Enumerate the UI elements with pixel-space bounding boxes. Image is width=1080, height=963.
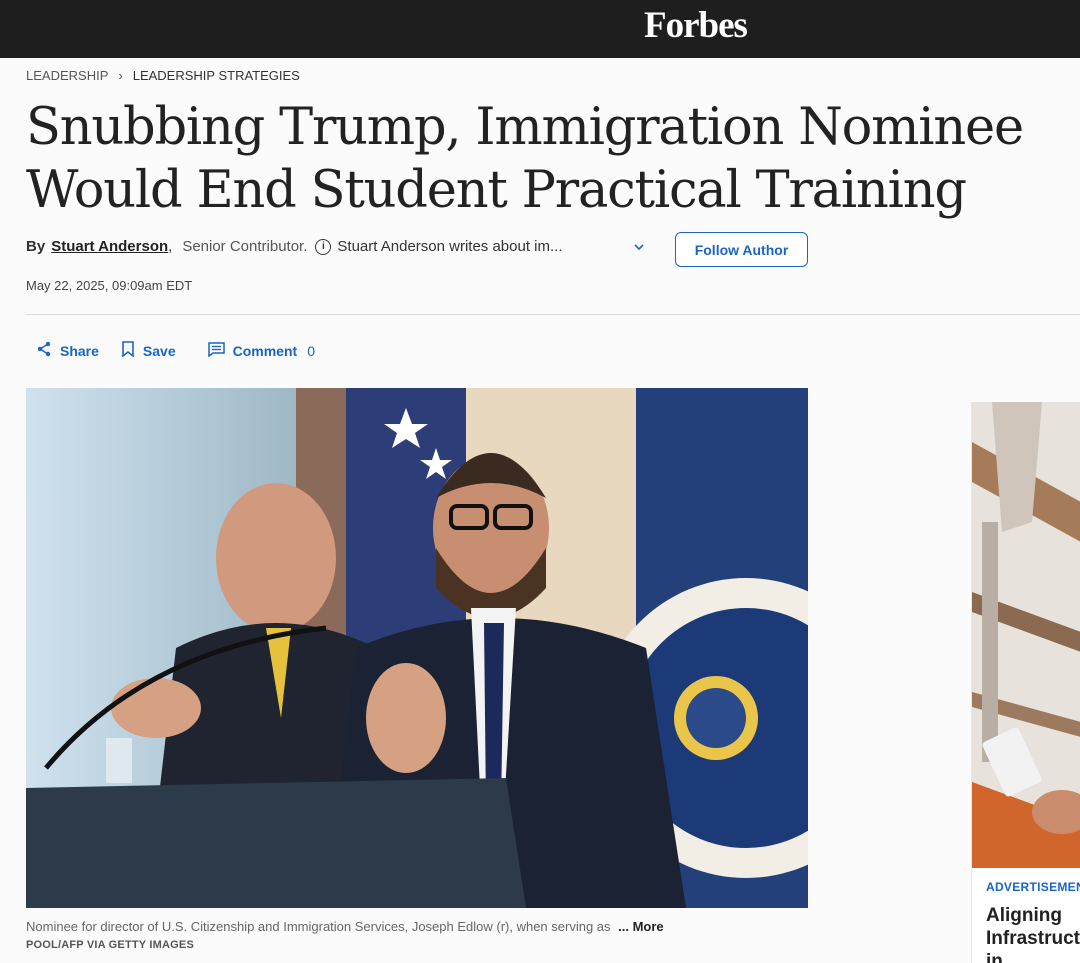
caption-text: Nominee for director of U.S. Citizenship… — [26, 919, 611, 934]
image-credit: POOL/AFP VIA GETTY IMAGES — [26, 939, 194, 951]
article-headline: Snubbing Trump, Immigration Nominee Woul… — [26, 98, 1024, 220]
comment-count: 0 — [307, 342, 315, 359]
author-about: Stuart Anderson writes about im... — [337, 238, 563, 255]
image-caption: Nominee for director of U.S. Citizenship… — [26, 919, 664, 934]
comment-icon — [207, 341, 225, 360]
byline: By Stuart Anderson, Senior Contributor. … — [26, 238, 563, 255]
publish-date: May 22, 2025, 09:09am EDT — [26, 278, 193, 293]
breadcrumb-section[interactable]: LEADERSHIP — [26, 68, 108, 83]
info-icon[interactable]: i — [315, 238, 332, 255]
save-button[interactable]: Save — [121, 341, 176, 360]
caption-more-link[interactable]: ... More — [618, 919, 664, 934]
chevron-right-icon: › — [118, 68, 123, 83]
article-actions: Share Save Comment 0 — [36, 341, 315, 360]
bookmark-icon — [121, 341, 135, 360]
comment-button[interactable]: Comment 0 — [207, 341, 315, 360]
comment-label: Comment — [232, 342, 298, 359]
forbes-logo[interactable]: Forbes — [644, 4, 748, 47]
by-label: By — [26, 238, 46, 255]
follow-author-button[interactable]: Follow Author — [675, 232, 808, 267]
author-title: Senior Contributor. — [182, 238, 308, 255]
top-nav-bar: Forbes — [0, 0, 1080, 58]
ad-title[interactable]: Aligning Infrastructure Growth in — [986, 904, 1080, 963]
save-label: Save — [142, 342, 176, 359]
breadcrumb: LEADERSHIP › LEADERSHIP STRATEGIES — [26, 68, 300, 83]
chevron-down-icon[interactable] — [630, 240, 648, 258]
breadcrumb-subsection[interactable]: LEADERSHIP STRATEGIES — [133, 68, 300, 83]
advertisement-card[interactable]: ADVERTISEMENT Aligning Infrastructure Gr… — [971, 402, 1080, 963]
ad-image — [972, 402, 1080, 868]
hero-photo[interactable] — [26, 388, 808, 908]
share-icon — [36, 341, 52, 360]
divider — [26, 314, 1080, 315]
author-link[interactable]: Stuart Anderson — [51, 238, 168, 255]
share-button[interactable]: Share — [36, 341, 99, 360]
ad-label: ADVERTISEMENT — [986, 880, 1080, 894]
share-label: Share — [60, 342, 99, 359]
